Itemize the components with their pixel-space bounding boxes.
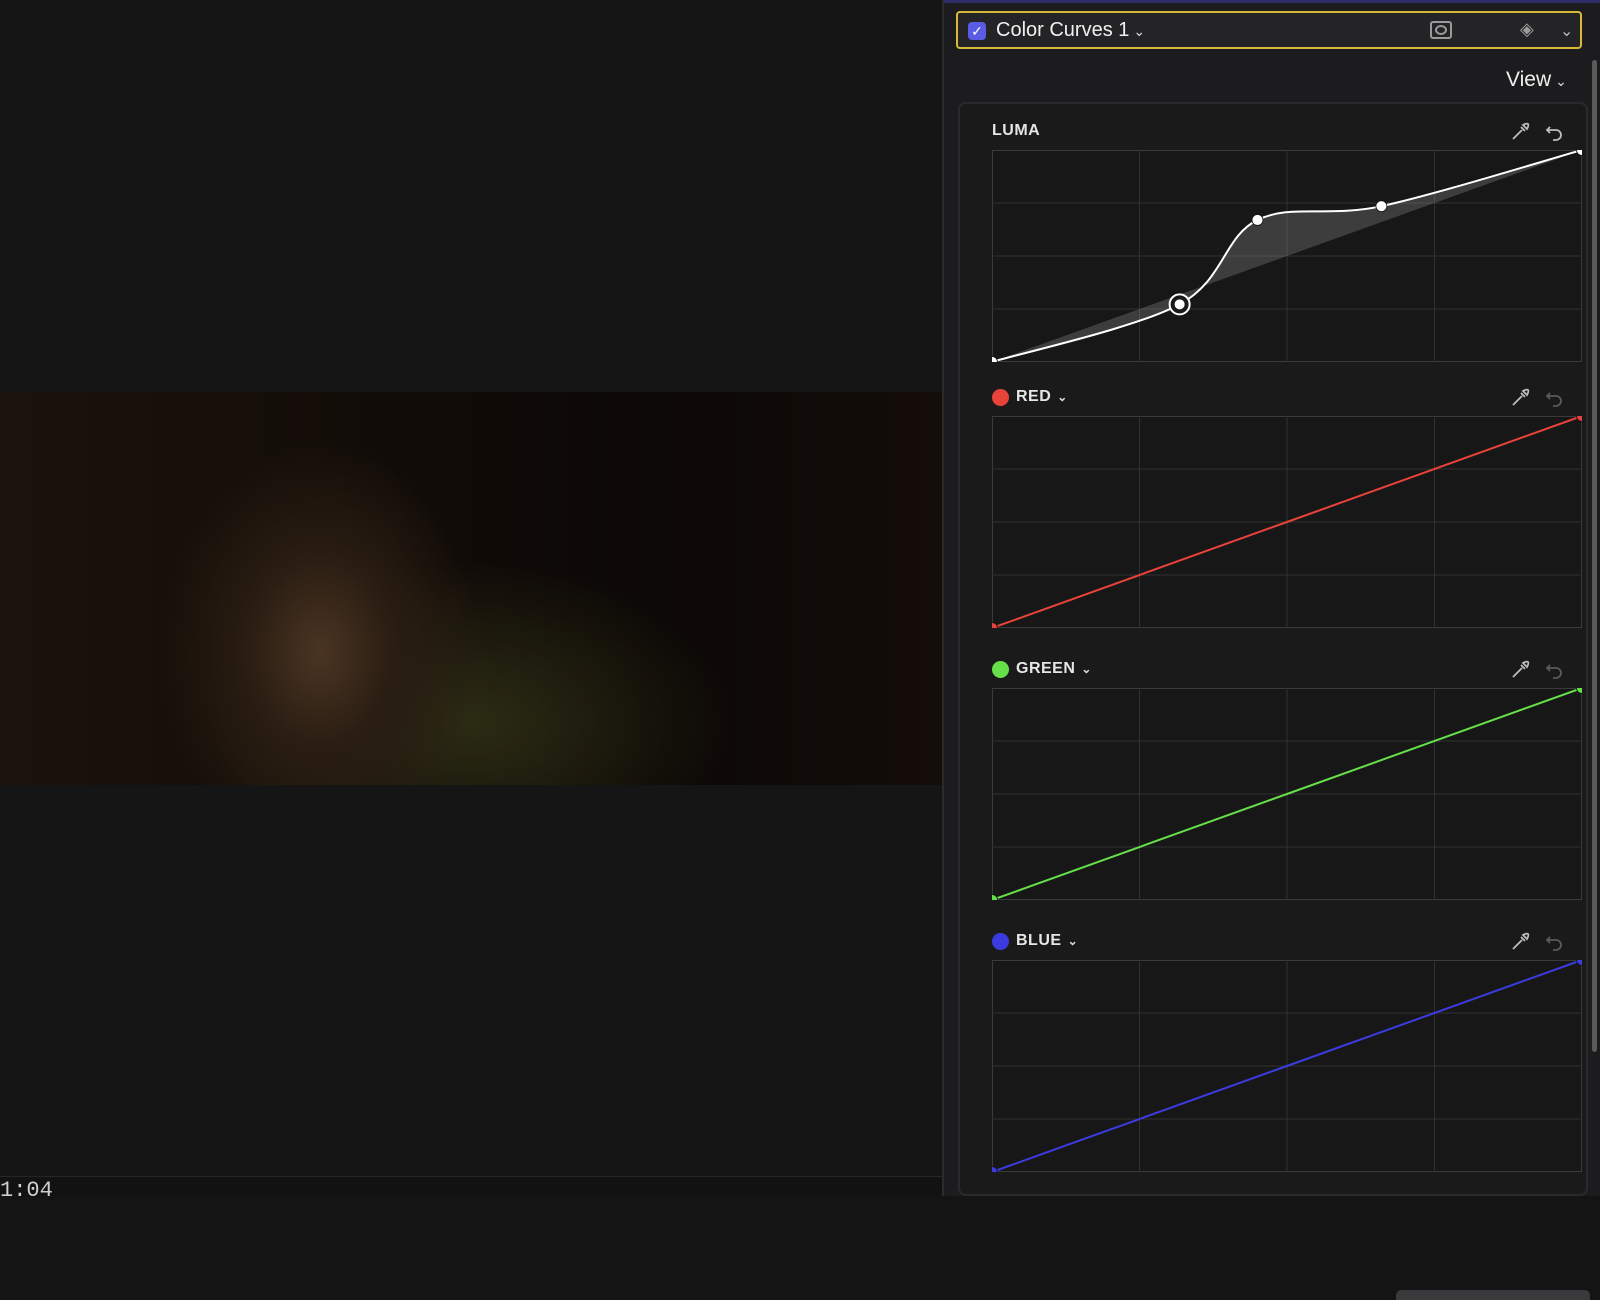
effect-header[interactable]: ✓ Color Curves 1 ⌄ ◈ ⌄	[956, 11, 1582, 49]
curves-panel: LUMA RED ⌄ GREEN ⌄ BLUE ⌄	[958, 102, 1590, 1300]
channel-red-label: RED	[1016, 388, 1052, 405]
channel-blue-label: BLUE	[1016, 932, 1062, 949]
inspector-panel: ✓ Color Curves 1⌄ ◈ ⌄ View⌄ LUMA RED⌄	[942, 0, 1600, 1300]
save-preset-button[interactable]	[1396, 1290, 1590, 1300]
channel-label-luma: LUMA	[992, 122, 1040, 140]
inspector-top-line	[944, 0, 1600, 3]
luma-control-point-selected	[1174, 299, 1185, 310]
red-dot-icon	[992, 388, 1009, 406]
luma-control-point	[1251, 214, 1264, 226]
curve-graph-green[interactable]	[992, 688, 1582, 900]
luma-control-point	[1375, 200, 1388, 213]
video-frame	[0, 392, 942, 785]
timecode: 1:04	[0, 1178, 53, 1203]
channel-red: RED ⌄	[960, 388, 1590, 658]
eyedropper-icon[interactable]	[1510, 660, 1530, 680]
reset-icon[interactable]	[1544, 388, 1564, 408]
chevron-down-icon: ⌄	[1133, 23, 1146, 39]
channel-menu-blue[interactable]: BLUE ⌄	[992, 932, 1078, 950]
reset-icon[interactable]	[1544, 932, 1564, 952]
channel-luma: LUMA	[960, 122, 1590, 392]
view-label: View	[1506, 68, 1552, 91]
reset-icon[interactable]	[1544, 660, 1564, 680]
chevron-down-icon: ⌄	[1067, 934, 1079, 948]
eyedropper-icon[interactable]	[1510, 932, 1530, 952]
curve-graph-blue[interactable]	[992, 960, 1582, 1172]
eyedropper-icon[interactable]	[1510, 388, 1530, 408]
viewer: 1:04	[0, 0, 942, 1203]
blue-dot-icon	[992, 932, 1009, 950]
eyedropper-icon[interactable]	[1510, 122, 1530, 142]
reset-icon[interactable]	[1544, 122, 1564, 142]
channel-blue: BLUE ⌄	[960, 932, 1590, 1202]
channel-green-label: GREEN	[1016, 660, 1076, 677]
mask-icon[interactable]	[1430, 21, 1452, 39]
chevron-down-icon[interactable]: ⌄	[1560, 21, 1573, 41]
scrollbar[interactable]	[1592, 60, 1597, 1052]
chevron-down-icon: ⌄	[1555, 73, 1567, 89]
curve-graph-red[interactable]	[992, 416, 1582, 628]
green-dot-icon	[992, 660, 1009, 678]
channel-luma-label: LUMA	[992, 122, 1041, 139]
effect-name-label: Color Curves 1	[996, 19, 1130, 41]
chevron-down-icon: ⌄	[1081, 662, 1092, 676]
chevron-down-icon: ⌄	[1057, 390, 1068, 404]
effect-enable-checkbox[interactable]: ✓	[968, 22, 986, 40]
channel-green: GREEN ⌄	[960, 660, 1590, 930]
channel-menu-green[interactable]: GREEN ⌄	[992, 660, 1092, 678]
keyframe-icon[interactable]: ◈	[1520, 19, 1534, 40]
view-menu-button[interactable]: View ⌄	[1506, 68, 1567, 92]
viewer-bottom-bar	[0, 1176, 942, 1197]
curve-graph-luma[interactable]	[992, 150, 1582, 362]
channel-menu-red[interactable]: RED ⌄	[992, 388, 1068, 406]
effect-name-menu[interactable]: Color Curves 1 ⌄	[996, 19, 1145, 42]
